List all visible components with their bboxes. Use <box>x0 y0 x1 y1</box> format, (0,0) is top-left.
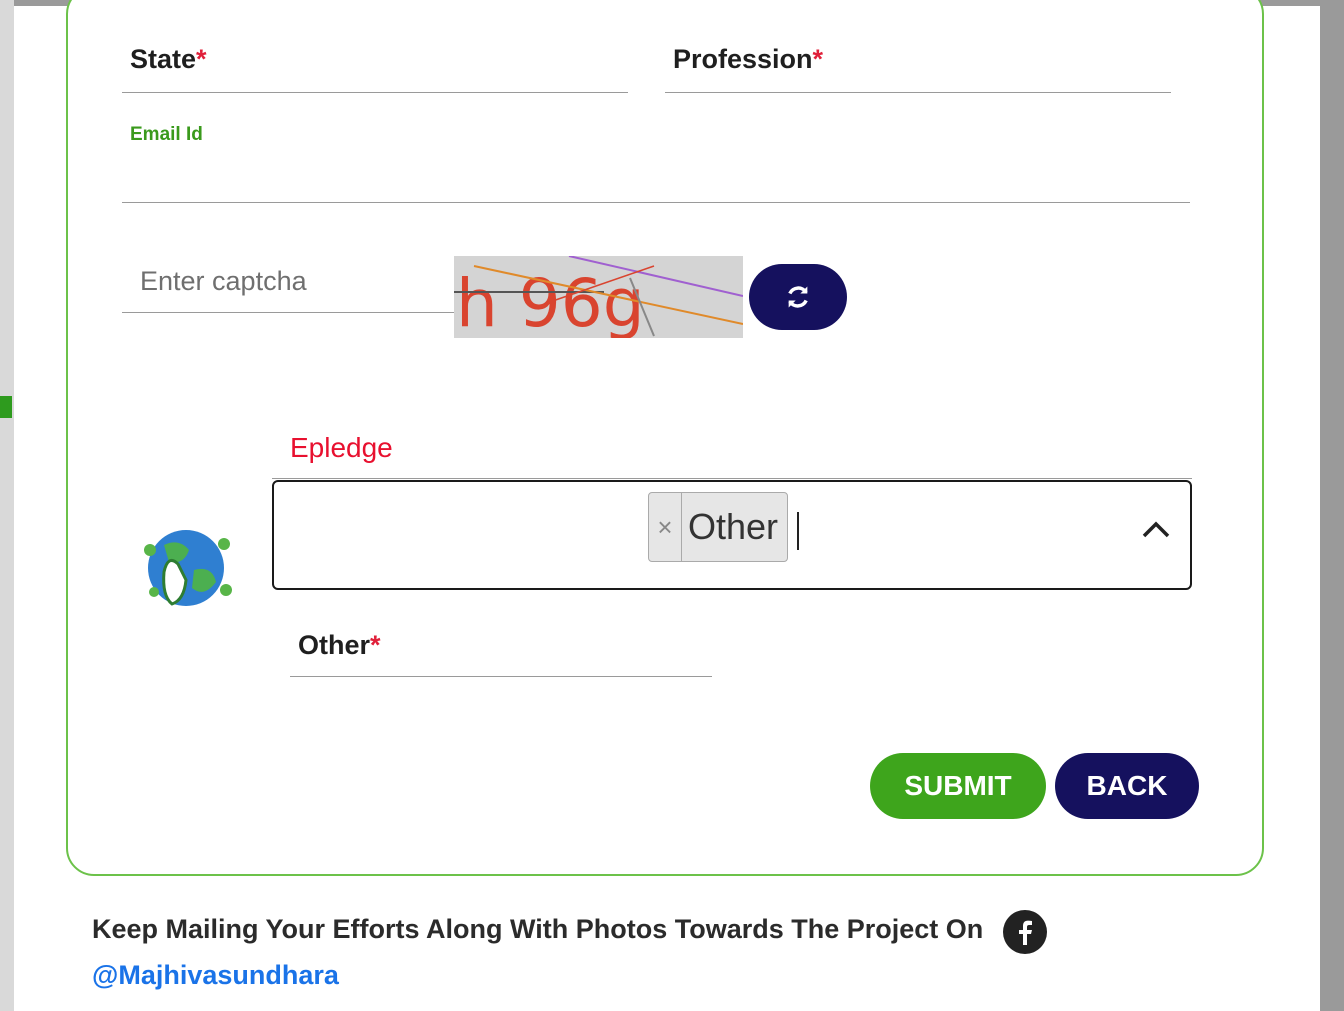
selected-chip: × Other <box>648 492 788 562</box>
facebook-icon[interactable] <box>1003 910 1047 954</box>
refresh-icon <box>788 286 808 308</box>
email-field[interactable] <box>122 202 1190 203</box>
text-cursor <box>797 512 799 550</box>
pledge-form-card: State* Profession* Email Id Enter captch… <box>66 0 1264 876</box>
chip-label: Other <box>688 506 779 547</box>
other-label: Other* <box>298 630 381 660</box>
other-field[interactable] <box>290 676 712 677</box>
captcha-input-underline <box>122 312 456 313</box>
captcha-image: h 96g <box>454 256 743 338</box>
chevron-up-icon[interactable] <box>1138 514 1174 544</box>
remove-chip-button[interactable]: × <box>649 493 682 561</box>
epledge-select[interactable]: × Other <box>272 480 1192 590</box>
profession-field[interactable] <box>665 92 1171 93</box>
epledge-divider <box>272 478 1192 479</box>
state-field[interactable] <box>122 92 628 93</box>
captcha-input[interactable]: Enter captcha <box>140 266 307 297</box>
submit-button[interactable]: SUBMIT <box>870 753 1046 819</box>
epledge-label: Epledge <box>290 432 393 463</box>
back-button[interactable]: BACK <box>1055 753 1199 819</box>
social-handle-link[interactable]: @Majhivasundhara <box>92 960 339 991</box>
refresh-captcha-button[interactable] <box>749 264 847 330</box>
profession-label: Profession* <box>673 44 824 74</box>
left-edge-marker <box>0 396 12 418</box>
left-edge <box>0 0 14 1011</box>
email-label: Email Id <box>130 124 203 145</box>
footer-message: Keep Mailing Your Efforts Along With Pho… <box>92 914 984 944</box>
page: State* Profession* Email Id Enter captch… <box>14 0 1320 1011</box>
earth-pledge-icon <box>134 520 240 616</box>
state-label: State* <box>130 44 207 74</box>
